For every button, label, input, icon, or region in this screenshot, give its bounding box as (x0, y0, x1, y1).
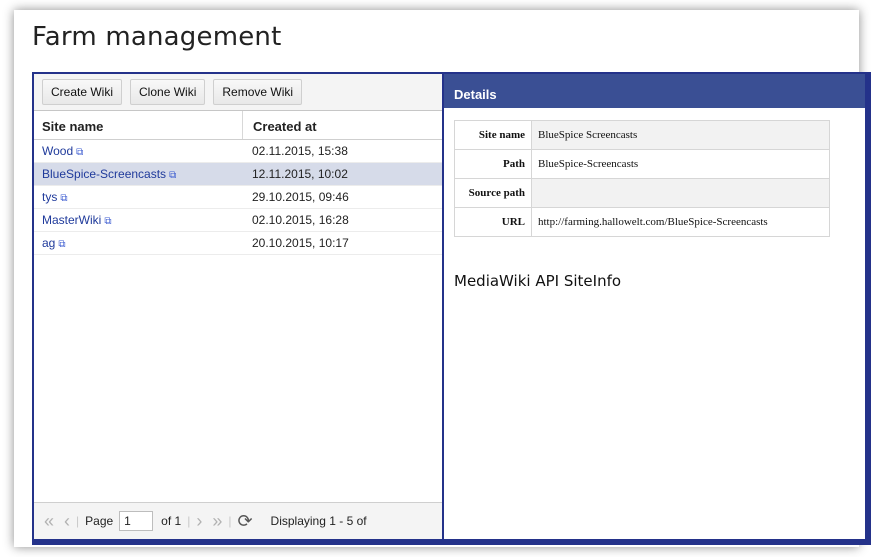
clone-wiki-button[interactable]: Clone Wiki (130, 79, 206, 105)
external-link-icon[interactable]: ⧉ (58, 239, 65, 250)
site-link[interactable]: BlueSpice-Screencasts (42, 167, 166, 181)
siteinfo-title: MediaWiki API SiteInfo (454, 272, 622, 290)
table-row[interactable]: ag ⧉ 20.10.2015, 10:17 (34, 232, 442, 255)
separator: | (187, 514, 191, 528)
column-header-site-name[interactable]: Site name (34, 111, 243, 139)
table-row[interactable]: Wood ⧉ 02.11.2015, 15:38 (34, 140, 442, 163)
details-value: http://farming.hallowelt.com/BlueSpice-S… (531, 207, 830, 237)
site-link[interactable]: ag (42, 236, 55, 250)
external-link-icon[interactable]: ⧉ (169, 170, 176, 181)
column-header-created-at[interactable]: Created at (243, 111, 317, 139)
page-title: Farm management (32, 22, 282, 52)
page-number-input[interactable]: 1 (119, 511, 154, 531)
site-name-cell[interactable]: tys ⧉ (34, 186, 242, 208)
display-count: Displaying 1 - 5 of (270, 514, 367, 528)
page-count: of 1 (161, 514, 182, 528)
toolbar: Create Wiki Clone Wiki Remove Wiki (34, 74, 442, 111)
wiki-list-panel: Create Wiki Clone Wiki Remove Wiki Site … (34, 74, 444, 539)
details-row: Site name BlueSpice Screencasts (454, 120, 830, 150)
created-at-cell: 20.10.2015, 10:17 (252, 236, 349, 250)
next-page-icon[interactable]: › (196, 511, 202, 532)
details-panel: Details Site name BlueSpice Screencasts … (444, 74, 865, 539)
details-row: Path BlueSpice-Screencasts (454, 149, 830, 179)
external-link-icon[interactable]: ⧉ (104, 216, 111, 227)
site-name-cell[interactable]: BlueSpice-Screencasts ⧉ (34, 163, 242, 185)
remove-wiki-button[interactable]: Remove Wiki (213, 79, 303, 105)
site-link[interactable]: Wood (42, 144, 73, 158)
create-wiki-button[interactable]: Create Wiki (42, 79, 123, 105)
details-value (531, 178, 830, 208)
separator: | (76, 514, 80, 528)
first-page-icon[interactable]: « (44, 511, 54, 532)
table-row[interactable]: BlueSpice-Screencasts ⧉ 12.11.2015, 10:02 (34, 163, 442, 186)
table-row[interactable]: MasterWiki ⧉ 02.10.2015, 16:28 (34, 209, 442, 232)
external-link-icon[interactable]: ⧉ (60, 193, 67, 204)
last-page-icon[interactable]: » (212, 511, 222, 532)
details-row: Source path (454, 178, 830, 208)
details-key: Site name (454, 120, 532, 150)
created-at-cell: 02.11.2015, 15:38 (252, 144, 348, 158)
site-link[interactable]: tys (42, 190, 57, 204)
table-row[interactable]: tys ⧉ 29.10.2015, 09:46 (34, 186, 442, 209)
details-key: Path (454, 149, 532, 179)
created-at-cell: 02.10.2015, 16:28 (252, 213, 349, 227)
external-link-icon[interactable]: ⧉ (76, 147, 83, 158)
prev-page-icon[interactable]: ‹ (64, 511, 70, 532)
created-at-cell: 12.11.2015, 10:02 (252, 167, 348, 181)
details-value: BlueSpice-Screencasts (531, 149, 830, 179)
separator: | (228, 514, 232, 528)
site-link[interactable]: MasterWiki (42, 213, 101, 227)
farm-panel: Create Wiki Clone Wiki Remove Wiki Site … (32, 72, 871, 545)
page-label: Page (85, 514, 114, 528)
details-value: BlueSpice Screencasts (531, 120, 830, 150)
grid-header: Site name Created at (34, 111, 442, 140)
created-at-cell: 29.10.2015, 09:46 (252, 190, 349, 204)
details-header: Details (444, 74, 865, 108)
site-name-cell[interactable]: ag ⧉ (34, 232, 242, 254)
details-key: URL (454, 207, 532, 237)
details-row: URL http://farming.hallowelt.com/BlueSpi… (454, 207, 830, 237)
details-key: Source path (454, 178, 532, 208)
refresh-icon[interactable]: ⟳ (237, 511, 252, 532)
site-name-cell[interactable]: MasterWiki ⧉ (34, 209, 242, 231)
site-name-cell[interactable]: Wood ⧉ (34, 140, 242, 162)
pagination-bar: « ‹ | Page 1 of 1 | › » | ⟳ Displaying 1… (34, 502, 442, 539)
details-table: Site name BlueSpice Screencasts Path Blu… (454, 120, 830, 237)
